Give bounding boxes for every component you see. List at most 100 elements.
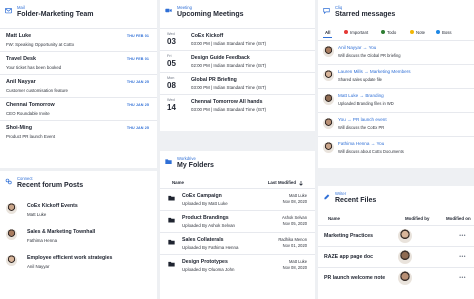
- starred-recipient[interactable]: Marketing Members: [370, 69, 411, 74]
- meeting-time: 03:00 PM | Indian Standard Time (IST): [191, 107, 267, 112]
- arrow-right-icon: →: [361, 45, 369, 50]
- mail-item[interactable]: Travel Desk Your ticket has been booked TH…: [0, 51, 157, 74]
- starred-recipient[interactable]: PR launch event: [353, 117, 387, 122]
- meeting-item[interactable]: Wed 03 CoEx Kickoff 03:00 PM | Indian Stand…: [160, 28, 315, 50]
- starred-message[interactable]: Lauren Mills → Marketing Members Shared s…: [318, 64, 474, 88]
- folder-row[interactable]: Product Brandings Uploaded By Ashok Selva…: [160, 210, 315, 232]
- forum-post[interactable]: Sales & Marketing Townhall Fathima Henna: [0, 225, 157, 251]
- avatar[interactable]: [6, 229, 17, 240]
- starred-recipient[interactable]: You: [377, 141, 385, 146]
- meeting-day: 03: [167, 37, 176, 46]
- tab-note-label: Note: [416, 30, 426, 35]
- starred-sender[interactable]: Matt Luke: [338, 93, 358, 98]
- avatar[interactable]: [323, 142, 334, 153]
- folders-col-name[interactable]: Name: [172, 180, 184, 185]
- avatar[interactable]: [323, 70, 334, 81]
- more-options-icon[interactable]: •••: [459, 233, 466, 239]
- avatar[interactable]: [6, 203, 17, 214]
- starred-sender[interactable]: Anil Nayyar: [338, 45, 362, 50]
- workdrive-icon: [165, 159, 172, 164]
- mail-app-label: Mail: [17, 5, 25, 10]
- tab-all[interactable]: All: [325, 30, 331, 35]
- starred-sender[interactable]: Fathima Henna: [338, 141, 369, 146]
- avatar[interactable]: [398, 229, 412, 243]
- starred-message-from: You → PR launch event: [338, 117, 387, 122]
- avatar[interactable]: [323, 94, 334, 105]
- avatar[interactable]: [398, 250, 412, 264]
- folder-uploaded-by: Uploaded By Ashok Selvan: [182, 223, 235, 228]
- tab-todo[interactable]: Todo: [381, 30, 396, 35]
- starred-message[interactable]: Anil Nayyar → You Will discuss the Global…: [318, 40, 474, 64]
- folder-name: CoEx Campaign: [182, 193, 222, 199]
- meeting-time: 03:00 PM | Indian Standard Time (IST): [191, 41, 267, 46]
- important-dot-icon: [344, 30, 348, 34]
- arrow-right-icon: →: [362, 69, 370, 74]
- avatar[interactable]: [398, 271, 412, 285]
- sort-down-icon[interactable]: [299, 181, 303, 186]
- file-name[interactable]: PR launch welcome note: [324, 275, 385, 281]
- files-column-header: Name Modified by Modified on: [318, 214, 474, 225]
- starred-message-text: Shared sales update file: [338, 77, 382, 82]
- meeting-item[interactable]: Fri 05 Design Guide Feedback 02:00 PM | Ind…: [160, 50, 315, 72]
- forum-post[interactable]: Employee efficient work strategies Anil N…: [0, 251, 157, 277]
- starred-app-label: Cliq: [335, 5, 343, 10]
- forum-post[interactable]: CoEx Kickoff Events Matt Luke: [0, 199, 157, 225]
- folders-col-last-modified[interactable]: Last Modified: [268, 180, 296, 185]
- mail-folder-title[interactable]: Folder-Marketing Team: [17, 11, 94, 18]
- note-dot-icon: [410, 30, 414, 34]
- starred-recipient[interactable]: Branding: [365, 93, 383, 98]
- folder-modified-date: Nov 01, 2020: [282, 243, 307, 248]
- todo-dot-icon: [381, 30, 385, 34]
- forum-app-label: Connect: [17, 176, 33, 181]
- file-name[interactable]: RAZE app page doc: [324, 254, 373, 260]
- folder-uploaded-by: Uploaded By Fathima Henna: [182, 245, 239, 250]
- starred-message[interactable]: You → PR launch event Will discuss the Co…: [318, 112, 474, 136]
- files-col-modified-on[interactable]: Modified on: [446, 216, 471, 221]
- meeting-title: Chennai Tomorrow All hands: [191, 99, 263, 105]
- starred-list: Anil Nayyar → You Will discuss the Global…: [318, 40, 474, 160]
- meeting-item[interactable]: Wed 14 Chennai Tomorrow All hands 03:00 PM …: [160, 94, 315, 116]
- folder-row[interactable]: Design Prototypes Uploaded By Oluoma John…: [160, 254, 315, 276]
- starred-message[interactable]: Fathima Henna → You Will discuss about Co…: [318, 136, 474, 160]
- tab-note[interactable]: Note: [410, 30, 425, 35]
- avatar[interactable]: [323, 118, 334, 129]
- starred-recipient[interactable]: You: [369, 45, 377, 50]
- folder-row[interactable]: Sales Collaterals Uploaded By Fathima Hen…: [160, 232, 315, 254]
- folder-row[interactable]: CoEx Campaign Uploaded By Matt Luke Matt L…: [160, 188, 315, 210]
- starred-sender[interactable]: You: [338, 117, 346, 122]
- mail-item[interactable]: Shoi-Ming Product PR launch Event THU JAN …: [0, 120, 157, 143]
- mail-item[interactable]: Anil Nayyar Customer customisation featur…: [0, 74, 157, 97]
- files-widget: Writer Recent Files Name Modified by Mod…: [318, 186, 474, 299]
- file-row[interactable]: RAZE app page doc •••: [318, 246, 474, 267]
- meeting-day: 08: [167, 81, 176, 90]
- starred-sender[interactable]: Lauren Mills: [338, 69, 363, 74]
- meeting-weekday: Wed: [167, 32, 175, 36]
- mail-item[interactable]: Chennai Tomorrow CEO Roundable Invite THU …: [0, 97, 157, 120]
- mail-date: THU JAN 25: [126, 126, 149, 130]
- files-col-name[interactable]: Name: [328, 216, 340, 221]
- meetings-app-label: Meeting: [177, 5, 192, 10]
- folder-modified: Matt Luke Nov 08, 2020: [283, 193, 307, 205]
- avatar[interactable]: [323, 46, 334, 57]
- more-options-icon[interactable]: •••: [459, 275, 466, 281]
- folder-name: Product Brandings: [182, 215, 229, 221]
- file-name[interactable]: Marketing Practices: [324, 233, 373, 239]
- tab-important[interactable]: Important: [344, 30, 368, 35]
- starred-message-from: Fathima Henna → You: [338, 141, 384, 146]
- forum-widget: Connect Recent forum Posts CoEx Kickoff …: [0, 171, 157, 299]
- file-row[interactable]: PR launch welcome note •••: [318, 267, 474, 288]
- forum-post-title: Employee efficient work strategies: [27, 255, 113, 261]
- mail-widget: Mail Folder-Marketing Team Matt Luke FW: …: [0, 0, 157, 168]
- avatar[interactable]: [6, 255, 17, 266]
- more-options-icon[interactable]: •••: [459, 254, 466, 260]
- starred-message[interactable]: Matt Luke → Branding Uploaded Branding fi…: [318, 88, 474, 112]
- mail-item[interactable]: Matt Luke FW: Speaking Opportunity at CoE…: [0, 28, 157, 51]
- tab-boss[interactable]: Boss: [436, 30, 452, 35]
- folder-uploaded-by: Uploaded By Matt Luke: [182, 201, 228, 206]
- files-col-modified-by[interactable]: Modified by: [405, 216, 429, 221]
- mail-list: Matt Luke FW: Speaking Opportunity at CoE…: [0, 28, 157, 143]
- file-row[interactable]: Marketing Practices •••: [318, 225, 474, 246]
- meeting-item[interactable]: Mon 08 Global PR Briefing 03:00 PM | Indian…: [160, 72, 315, 94]
- folders-list: CoEx Campaign Uploaded By Matt Luke Matt L…: [160, 188, 315, 276]
- boss-dot-icon: [436, 30, 440, 34]
